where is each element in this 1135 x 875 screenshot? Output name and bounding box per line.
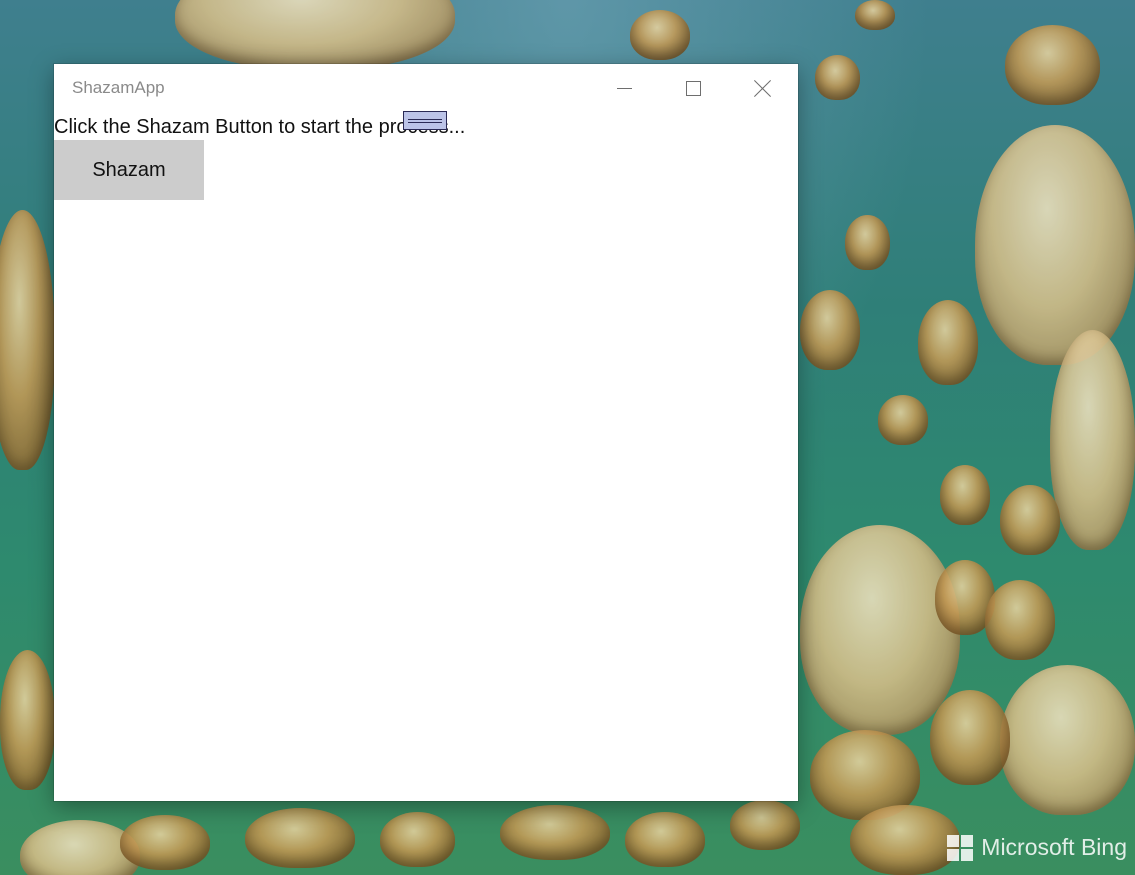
wallpaper-jellyfish [175, 0, 455, 70]
wallpaper-jellyfish [730, 800, 800, 850]
wallpaper-jellyfish [1005, 25, 1100, 105]
wallpaper-jellyfish [625, 812, 705, 867]
wallpaper-jellyfish [500, 805, 610, 860]
wallpaper-jellyfish [878, 395, 928, 445]
maximize-button[interactable] [670, 64, 716, 112]
wallpaper-jellyfish [918, 300, 978, 385]
wallpaper-jellyfish [845, 215, 890, 270]
wallpaper-jellyfish [850, 805, 960, 875]
close-button[interactable] [739, 64, 785, 112]
wallpaper-jellyfish [800, 525, 960, 735]
windows-logo-icon [947, 834, 974, 861]
drag-handle-icon[interactable] [403, 111, 447, 130]
wallpaper-jellyfish [800, 290, 860, 370]
maximize-icon [685, 80, 701, 96]
wallpaper-jellyfish [815, 55, 860, 100]
wallpaper-jellyfish [245, 808, 355, 868]
wallpaper-jellyfish [985, 580, 1055, 660]
wallpaper-jellyfish [975, 125, 1135, 365]
wallpaper-jellyfish [0, 650, 55, 790]
wallpaper-jellyfish [1050, 330, 1135, 550]
wallpaper-jellyfish [120, 815, 210, 870]
minimize-icon [616, 87, 632, 89]
wallpaper-jellyfish [630, 10, 690, 60]
wallpaper-jellyfish [0, 210, 55, 470]
close-icon [754, 80, 771, 97]
wallpaper-jellyfish [1000, 665, 1135, 815]
title-bar[interactable]: ShazamApp [54, 64, 798, 112]
app-window: ShazamApp Click the Shazam Button to sta… [54, 64, 798, 801]
shazam-button[interactable]: Shazam [54, 140, 204, 200]
watermark-text: Microsoft Bing [981, 834, 1127, 860]
wallpaper-jellyfish [855, 0, 895, 30]
wallpaper-jellyfish [1000, 485, 1060, 555]
wallpaper-jellyfish [940, 465, 990, 525]
wallpaper-jellyfish [930, 690, 1010, 785]
microsoft-bing-watermark: Microsoft Bing [947, 834, 1127, 861]
wallpaper-jellyfish [380, 812, 455, 867]
window-content: Click the Shazam Button to start the pro… [54, 111, 798, 801]
minimize-button[interactable] [601, 64, 647, 112]
window-title: ShazamApp [72, 78, 165, 97]
